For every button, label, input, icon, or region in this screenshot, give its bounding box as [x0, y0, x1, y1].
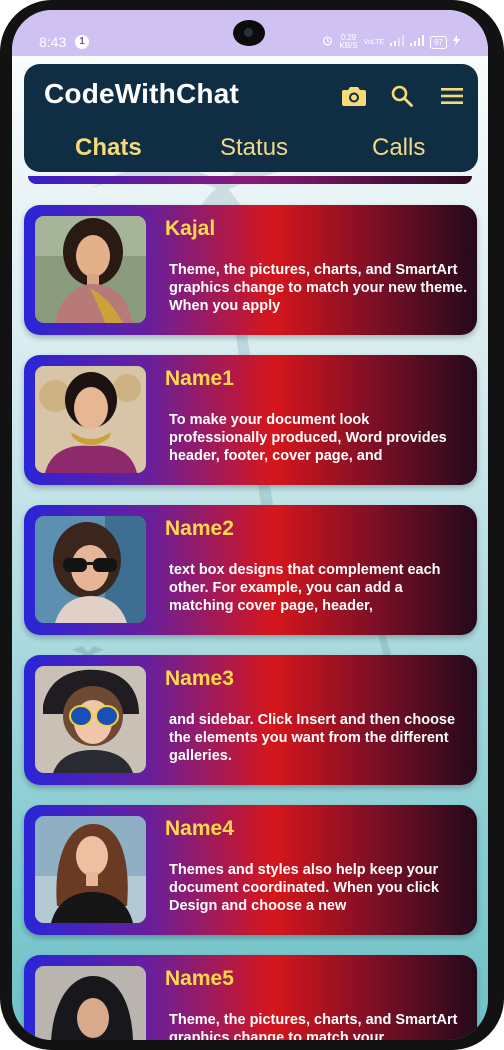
chat-message: Themes and styles also help keep your do… — [169, 862, 439, 914]
chat-name: Name3 — [165, 667, 234, 690]
avatar — [35, 216, 146, 323]
chat-name: Kajal — [165, 217, 216, 240]
app-screen: 8:43 1 0.29 KB/S VoLTE 97 CodeWithChat C… — [12, 10, 488, 1040]
chat-message: To make your document look professionall… — [169, 412, 447, 464]
avatar — [35, 966, 146, 1040]
chat-message: text box designs that complement each ot… — [169, 562, 441, 614]
chat-list: Kajal Theme, the pictures, charts, and S… — [12, 10, 488, 1040]
chat-name: Name1 — [165, 367, 234, 390]
phone-frame: 8:43 1 0.29 KB/S VoLTE 97 CodeWithChat C… — [0, 0, 504, 1050]
chat-card-name2[interactable]: Name2 text box designs that complement e… — [24, 505, 477, 635]
chat-card-name5[interactable]: Name5 Theme, the pictures, charts, and S… — [24, 955, 477, 1040]
chat-message: and sidebar. Click Insert and then choos… — [169, 712, 456, 764]
chat-name: Name5 — [165, 967, 234, 990]
chat-card-name3[interactable]: Name3 and sidebar. Click Insert and then… — [24, 655, 477, 785]
chat-name: Name2 — [165, 517, 234, 540]
chat-card-name4[interactable]: Name4 Themes and styles also help keep y… — [24, 805, 477, 935]
chat-card-kajal[interactable]: Kajal Theme, the pictures, charts, and S… — [24, 205, 477, 335]
avatar — [35, 816, 146, 923]
avatar — [35, 516, 146, 623]
avatar — [35, 366, 146, 473]
chat-name: Name4 — [165, 817, 234, 840]
chat-message: Theme, the pictures, charts, and SmartAr… — [169, 262, 468, 314]
chat-card-name1[interactable]: Name1 To make your document look profess… — [24, 355, 477, 485]
avatar — [35, 666, 146, 773]
chat-message: Theme, the pictures, charts, and SmartAr… — [169, 1012, 458, 1040]
